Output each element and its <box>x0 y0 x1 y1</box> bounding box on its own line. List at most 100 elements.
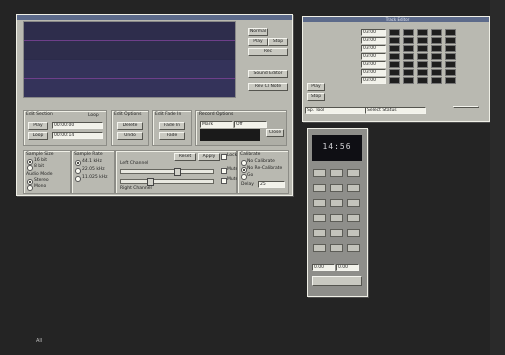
delay-field[interactable]: 25 <box>258 181 285 188</box>
stop-button[interactable]: Stop <box>268 38 288 46</box>
section-play-button[interactable]: Play <box>28 122 48 130</box>
fade-button[interactable]: Fade <box>159 132 185 140</box>
track-cell[interactable] <box>403 61 414 68</box>
start-time-field[interactable]: 00:00:00 <box>52 122 103 129</box>
track-cell[interactable] <box>389 53 400 60</box>
left-channel-slider[interactable] <box>120 168 214 176</box>
player-key-rep[interactable] <box>347 244 360 252</box>
track-cell[interactable] <box>431 61 442 68</box>
right-channel-thumb[interactable] <box>146 178 154 186</box>
player-key-eject[interactable] <box>347 184 360 192</box>
fade-in-button[interactable]: Fade In <box>159 122 185 130</box>
track-cell[interactable] <box>389 45 400 52</box>
apply-button[interactable]: Apply <box>198 153 220 161</box>
delete-button[interactable]: Delete <box>117 122 143 130</box>
player-key-rew[interactable] <box>313 184 326 192</box>
track-cell[interactable] <box>417 29 428 36</box>
track-status-field[interactable]: Select Status <box>365 107 426 114</box>
track-tool-field[interactable]: Sp. Tool <box>305 107 366 114</box>
player-key-pause[interactable] <box>347 169 360 177</box>
left-channel-thumb[interactable] <box>174 168 182 176</box>
record-off-field[interactable]: Off <box>234 121 267 128</box>
track-cell[interactable] <box>403 77 414 84</box>
player-key-loop[interactable] <box>313 214 326 222</box>
track-cell[interactable] <box>445 37 456 44</box>
track-cell[interactable] <box>431 69 442 76</box>
track-cell[interactable] <box>417 45 428 52</box>
track-cell[interactable] <box>417 53 428 60</box>
record-mark-field[interactable]: Mark <box>200 121 233 128</box>
track-time-field[interactable]: 03:00 <box>361 53 386 60</box>
track-cell[interactable] <box>403 69 414 76</box>
track-cell[interactable] <box>403 29 414 36</box>
track-cell[interactable] <box>417 69 428 76</box>
track-time-field[interactable]: 03:00 <box>361 29 386 36</box>
track-cell[interactable] <box>431 53 442 60</box>
track-cell[interactable] <box>417 37 428 44</box>
player-key-mode[interactable] <box>330 214 343 222</box>
radio-22k[interactable] <box>75 168 81 174</box>
undo-button[interactable]: Undo <box>117 132 143 140</box>
player-key-prev[interactable] <box>313 199 326 207</box>
track-cell[interactable] <box>417 61 428 68</box>
track-cell[interactable] <box>389 61 400 68</box>
track-stop-button[interactable]: Stop <box>307 93 325 101</box>
player-key-next[interactable] <box>330 199 343 207</box>
track-time-field[interactable]: 03:00 <box>361 77 386 84</box>
track-cell[interactable] <box>445 69 456 76</box>
radio-11k[interactable] <box>75 176 81 182</box>
track-cell[interactable] <box>445 53 456 60</box>
track-cell[interactable] <box>445 45 456 52</box>
player-key-disp[interactable] <box>347 214 360 222</box>
section-loop-button[interactable]: Loop <box>28 132 48 140</box>
track-time-field[interactable]: 03:00 <box>361 61 386 68</box>
editor-titlebar[interactable] <box>17 15 292 20</box>
track-cell[interactable] <box>431 77 442 84</box>
player-key-vol[interactable] <box>313 229 326 237</box>
player-key-play[interactable] <box>313 169 326 177</box>
player-key-fwd[interactable] <box>330 184 343 192</box>
player-key-rand[interactable] <box>347 199 360 207</box>
track-cell[interactable] <box>431 37 442 44</box>
player-mini-button[interactable] <box>312 276 362 286</box>
track-time-field[interactable]: 03:00 <box>361 69 386 76</box>
record-options-panel: Record Options Mark Off Close <box>195 110 287 146</box>
rev-note-button[interactable]: Rev Cl Note <box>248 83 288 91</box>
track-cell[interactable] <box>389 37 400 44</box>
play-button[interactable]: Play <box>248 38 268 46</box>
track-cell[interactable] <box>445 29 456 36</box>
player-key-mute[interactable] <box>313 244 326 252</box>
end-time-field[interactable]: 00:00:14 <box>52 132 103 139</box>
track-editor-titlebar[interactable]: Track Editor <box>303 17 489 22</box>
track-cell[interactable] <box>431 45 442 52</box>
track-play-button[interactable]: Play <box>307 83 325 91</box>
track-ok-button[interactable] <box>453 106 479 108</box>
track-cell[interactable] <box>403 45 414 52</box>
record-button[interactable]: Rec <box>248 48 288 56</box>
sound-editor-button[interactable]: Sound Editor <box>248 70 288 78</box>
track-cell[interactable] <box>403 37 414 44</box>
track-cell[interactable] <box>417 77 428 84</box>
track-cell[interactable] <box>445 61 456 68</box>
track-cell[interactable] <box>389 77 400 84</box>
record-close-button[interactable]: Close <box>266 129 284 137</box>
player-key-bal[interactable] <box>347 229 360 237</box>
track-cell[interactable] <box>389 69 400 76</box>
track-time-field[interactable]: 03:00 <box>361 45 386 52</box>
track-cell[interactable] <box>445 77 456 84</box>
desktop-icon-label[interactable]: All <box>36 339 42 344</box>
track-cell[interactable] <box>431 29 442 36</box>
track-cell[interactable] <box>389 29 400 36</box>
waveform-display[interactable] <box>23 21 236 98</box>
radio-mono[interactable] <box>27 185 33 191</box>
normal-button[interactable]: Normal <box>248 28 268 36</box>
player-key-vol[interactable] <box>330 229 343 237</box>
player-key-mix[interactable] <box>330 244 343 252</box>
track-cell[interactable] <box>403 53 414 60</box>
right-channel-slider[interactable] <box>120 178 214 186</box>
track-time-field[interactable]: 03:00 <box>361 37 386 44</box>
player-key-stop[interactable] <box>330 169 343 177</box>
reset-button[interactable]: Reset <box>174 153 196 161</box>
radio-8bit[interactable] <box>27 165 33 171</box>
radio-44k[interactable] <box>75 160 81 166</box>
